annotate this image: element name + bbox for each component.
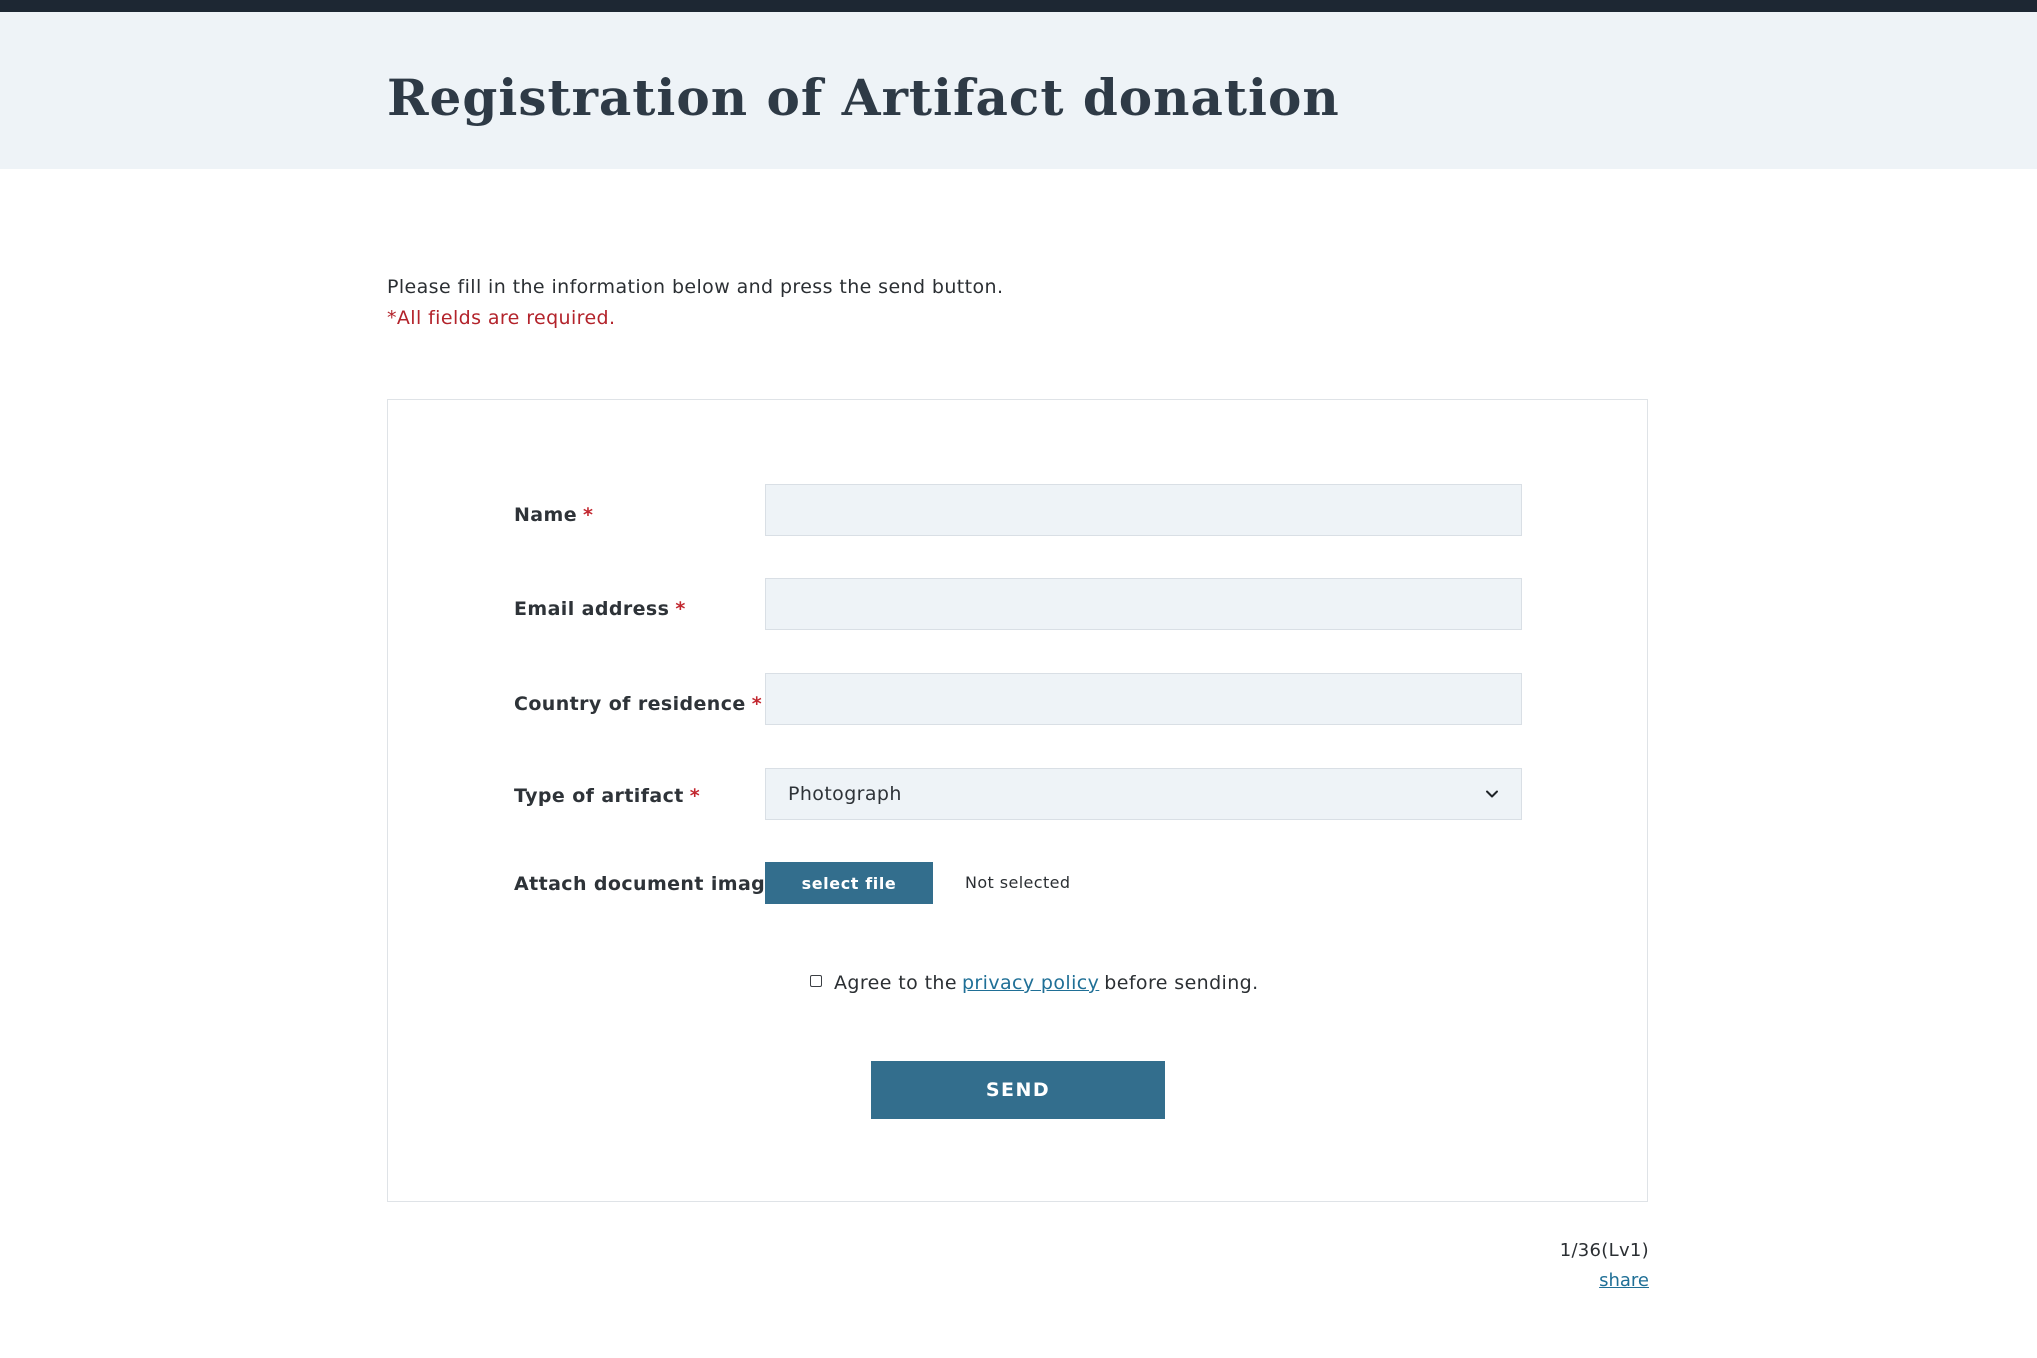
attach-label: Attach document image* — [514, 873, 795, 895]
email-input[interactable] — [766, 579, 1521, 629]
country-label: Country of residence * — [514, 693, 762, 715]
required-note: *All fields are required. — [387, 307, 616, 329]
agree-text-before: Agree to the — [834, 972, 957, 994]
email-label: Email address * — [514, 598, 686, 620]
page-title: Registration of Artifact donation — [387, 68, 1340, 127]
artifact-type-select[interactable]: Photograph — [765, 768, 1522, 820]
intro-text: Please fill in the information below and… — [387, 276, 1004, 298]
country-label-text: Country of residence — [514, 693, 746, 715]
agree-checkbox[interactable] — [810, 975, 822, 987]
chevron-down-icon — [1486, 790, 1498, 798]
country-field-box — [765, 673, 1522, 725]
artifact-type-value: Photograph — [788, 783, 902, 805]
file-status: Not selected — [965, 873, 1071, 892]
email-field-box — [765, 578, 1522, 630]
attach-label-text: Attach document image — [514, 873, 779, 895]
page-header: Registration of Artifact donation — [0, 12, 2037, 169]
send-button[interactable]: SEND — [871, 1061, 1165, 1119]
name-field-box — [765, 484, 1522, 536]
privacy-policy-link[interactable]: privacy policy — [962, 972, 1099, 994]
agree-text-after: before sending. — [1104, 972, 1259, 994]
required-star: * — [583, 504, 594, 526]
email-label-text: Email address — [514, 598, 670, 620]
artifact-type-label-text: Type of artifact — [514, 785, 684, 807]
name-label-text: Name — [514, 504, 578, 526]
name-input[interactable] — [766, 485, 1521, 535]
page-counter: 1/36(Lv1) — [1559, 1240, 1649, 1261]
required-star: * — [689, 785, 701, 807]
top-bar — [0, 0, 2037, 12]
select-file-button[interactable]: select file — [765, 862, 933, 904]
required-star: * — [675, 598, 686, 620]
name-label: Name * — [514, 504, 593, 526]
country-input[interactable] — [766, 674, 1521, 724]
required-star: * — [751, 693, 763, 715]
agree-text: Agree to the privacy policy before sending… — [834, 972, 1259, 994]
artifact-type-label: Type of artifact * — [514, 785, 700, 807]
share-link[interactable]: share — [1599, 1270, 1649, 1291]
